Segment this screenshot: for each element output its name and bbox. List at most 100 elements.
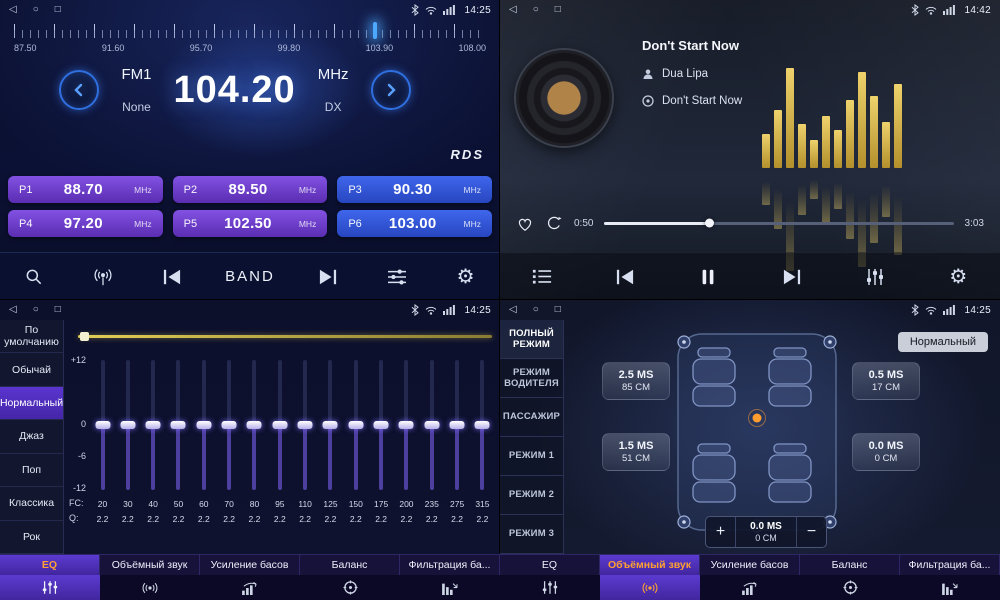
eq-band-slider[interactable] (252, 360, 256, 490)
recents-icon[interactable]: □ (55, 5, 61, 15)
eq-band-slider[interactable] (227, 360, 231, 490)
preset-button[interactable]: P4 97.20 MHz (8, 210, 163, 237)
next-icon[interactable] (313, 268, 343, 286)
playlist-icon[interactable] (527, 268, 557, 285)
bass-boost-icon[interactable] (700, 575, 800, 600)
back-icon[interactable]: ◁ (9, 305, 17, 315)
subwoofer-filter-icon[interactable] (900, 575, 1000, 600)
listening-mode-item[interactable]: ПАССАЖИР (500, 398, 563, 437)
eq-slider-handle[interactable] (475, 421, 490, 429)
eq-slider-handle[interactable] (323, 421, 338, 429)
seek-up-button[interactable] (371, 70, 411, 110)
listening-mode-item[interactable]: РЕЖИМ 3 (500, 515, 563, 554)
bass-boost-icon[interactable] (200, 575, 300, 600)
eq-slider-handle[interactable] (120, 421, 135, 429)
master-level-slider[interactable] (78, 335, 492, 338)
preset-button[interactable]: P2 89.50 MHz (173, 176, 328, 203)
eq-slider-handle[interactable] (196, 421, 211, 429)
eq-band-slider[interactable] (379, 360, 383, 490)
home-icon[interactable]: ○ (33, 305, 39, 315)
eq-slider-handle[interactable] (424, 421, 439, 429)
eq-band-slider[interactable] (430, 360, 434, 490)
listening-mode-item[interactable]: РЕЖИМ 2 (500, 476, 563, 515)
eq-preset-item[interactable]: Обычай (0, 353, 63, 386)
back-icon[interactable]: ◁ (509, 5, 517, 15)
audio-tab[interactable]: Баланс (300, 555, 400, 575)
increase-delay-button[interactable]: + (706, 517, 736, 547)
surround-sound-icon[interactable] (600, 575, 700, 600)
eq-band-slider[interactable] (404, 360, 408, 490)
eq-slider-handle[interactable] (450, 421, 465, 429)
back-icon[interactable]: ◁ (509, 305, 517, 315)
preset-button[interactable]: P3 90.30 MHz (337, 176, 492, 203)
balance-icon[interactable] (800, 575, 900, 600)
eq-band-slider[interactable] (354, 360, 358, 490)
rear-right-delay[interactable]: 0.0 MS 0 CM (852, 433, 920, 471)
eq-slider-handle[interactable] (374, 421, 389, 429)
eq-band-slider[interactable] (202, 360, 206, 490)
eq-slider-handle[interactable] (247, 421, 262, 429)
subwoofer-filter-icon[interactable] (400, 575, 500, 600)
settings-gear-icon[interactable]: ⚙ (451, 267, 481, 287)
listening-mode-item[interactable]: РЕЖИМ ВОДИТЕЛЯ (500, 359, 563, 398)
audio-tab[interactable]: EQ (500, 555, 600, 575)
broadcast-icon[interactable] (88, 267, 118, 287)
eq-band-slider[interactable] (151, 360, 155, 490)
progress-knob[interactable] (705, 219, 714, 228)
eq-slider-handle[interactable] (348, 421, 363, 429)
eq-band-slider[interactable] (455, 360, 459, 490)
eq-preset-item[interactable]: Рок (0, 521, 63, 554)
rear-left-delay[interactable]: 1.5 MS 51 CM (602, 433, 670, 471)
balance-icon[interactable] (300, 575, 400, 600)
eq-slider-handle[interactable] (95, 421, 110, 429)
eq-preset-item[interactable]: Поп (0, 454, 63, 487)
equalizer-icon[interactable] (860, 268, 890, 286)
back-icon[interactable]: ◁ (9, 5, 17, 15)
favorite-icon[interactable] (516, 215, 534, 232)
repeat-icon[interactable] (545, 215, 563, 231)
eq-band-slider[interactable] (176, 360, 180, 490)
audio-tab[interactable]: Фильтрация ба... (400, 555, 500, 575)
home-icon[interactable]: ○ (533, 305, 539, 315)
previous-track-icon[interactable] (610, 268, 640, 286)
audio-tab[interactable]: Объёмный звук (600, 555, 700, 575)
eq-slider-handle[interactable] (272, 421, 287, 429)
eq-band-slider[interactable] (480, 360, 484, 490)
progress-bar[interactable] (604, 222, 953, 225)
eq-slider-handle[interactable] (171, 421, 186, 429)
search-icon[interactable] (19, 267, 49, 287)
recents-icon[interactable]: □ (55, 305, 61, 315)
audio-tab[interactable]: Фильтрация ба... (900, 555, 1000, 575)
mixer-icon[interactable] (382, 268, 412, 286)
decrease-delay-button[interactable]: − (796, 517, 826, 547)
pause-icon[interactable] (693, 268, 723, 286)
audio-tab[interactable]: EQ (0, 555, 100, 575)
eq-icon[interactable] (500, 575, 600, 600)
audio-tab[interactable]: Баланс (800, 555, 900, 575)
eq-band-slider[interactable] (126, 360, 130, 490)
audio-tab[interactable]: Усиление басов (700, 555, 800, 575)
preset-button[interactable]: P1 88.70 MHz (8, 176, 163, 203)
eq-band-slider[interactable] (101, 360, 105, 490)
eq-preset-item[interactable]: Классика (0, 487, 63, 520)
eq-slider-handle[interactable] (222, 421, 237, 429)
eq-preset-item[interactable]: Джаз (0, 420, 63, 453)
eq-slider-handle[interactable] (146, 421, 161, 429)
seek-down-button[interactable] (59, 70, 99, 110)
settings-gear-icon[interactable]: ⚙ (943, 267, 973, 287)
eq-slider-handle[interactable] (399, 421, 414, 429)
eq-band-slider[interactable] (278, 360, 282, 490)
preset-button[interactable]: P5 102.50 MHz (173, 210, 328, 237)
home-icon[interactable]: ○ (33, 5, 39, 15)
eq-preset-item[interactable]: По умолчанию (0, 320, 63, 353)
band-button[interactable]: BAND (225, 268, 275, 285)
recents-icon[interactable]: □ (555, 5, 561, 15)
audio-tab[interactable]: Усиление басов (200, 555, 300, 575)
eq-band-slider[interactable] (328, 360, 332, 490)
next-track-icon[interactable] (777, 268, 807, 286)
profile-button[interactable]: Нормальный (898, 332, 988, 352)
previous-icon[interactable] (157, 268, 187, 286)
audio-tab[interactable]: Объёмный звук (100, 555, 200, 575)
listening-mode-item[interactable]: ПОЛНЫЙ РЕЖИМ (500, 320, 563, 359)
front-right-delay[interactable]: 0.5 MS 17 CM (852, 362, 920, 400)
